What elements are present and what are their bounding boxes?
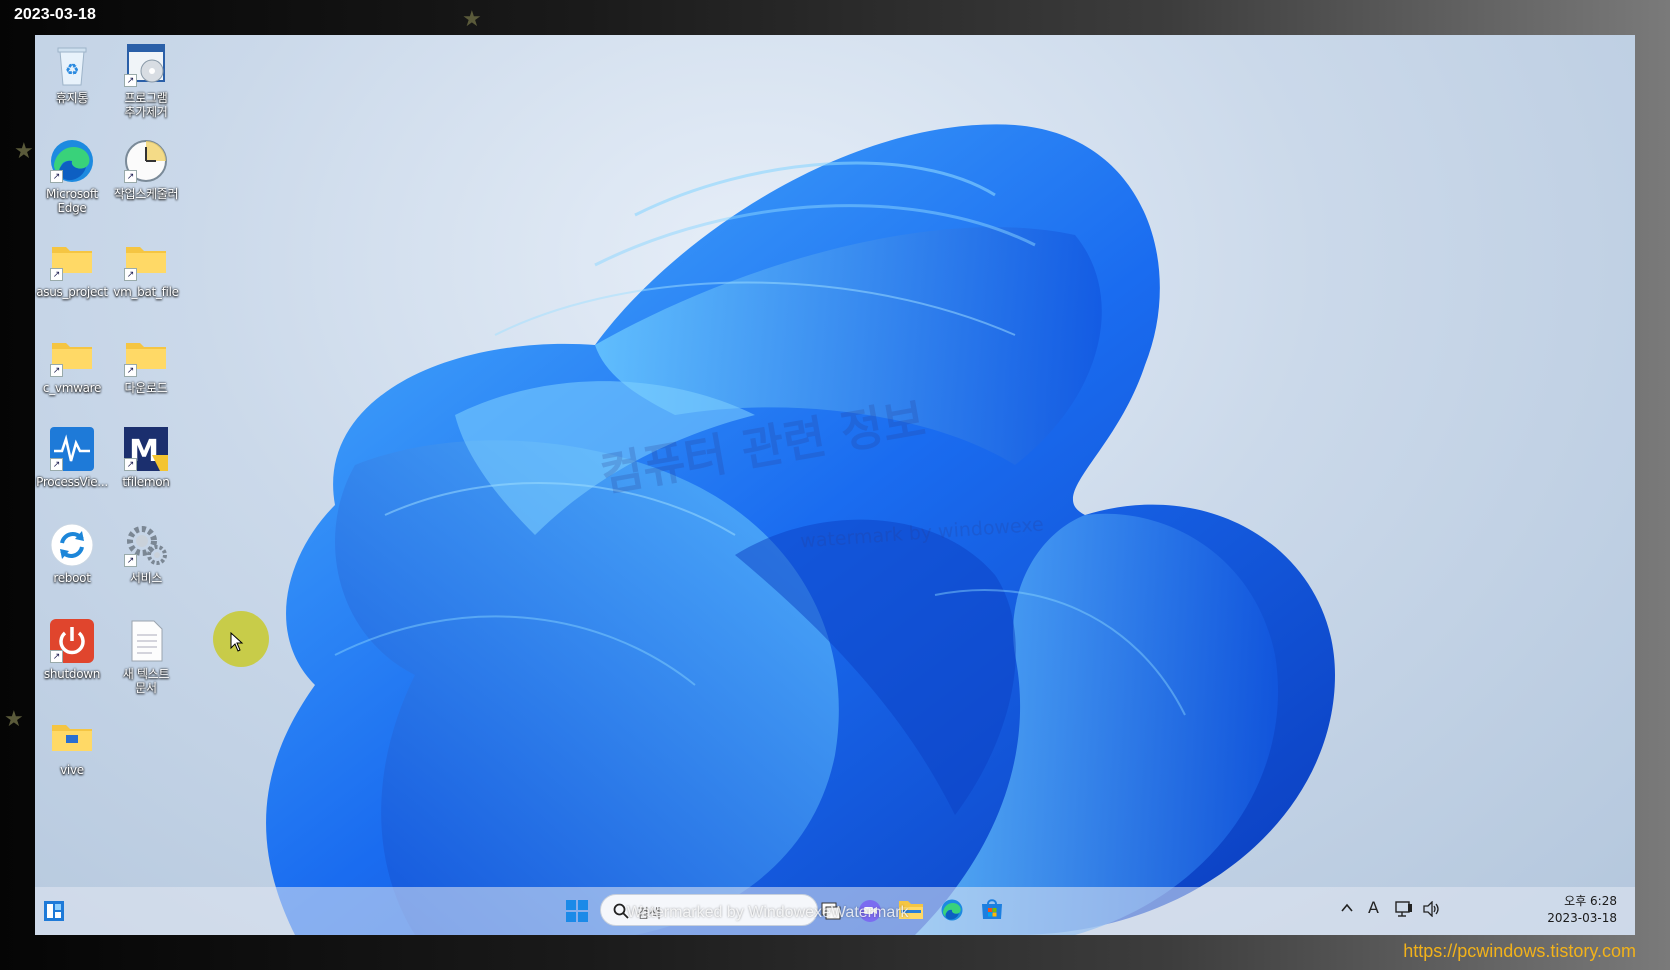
- shortcut-arrow-icon: ↗: [124, 170, 137, 183]
- desktop-icon-recycle-bin[interactable]: ♻ 휴지통: [35, 41, 109, 105]
- services-gear-icon: ↗: [122, 521, 170, 569]
- star-decoration: ★: [4, 706, 24, 731]
- mouse-cursor-icon: [230, 632, 244, 652]
- desktop-icon-filemon[interactable]: M ↗ tfilemon: [109, 425, 183, 489]
- star-decoration: ★: [14, 138, 34, 163]
- source-url: https://pcwindows.tistory.com: [1403, 941, 1636, 961]
- speaker-icon: [1423, 900, 1439, 918]
- svg-text:♻: ♻: [65, 60, 79, 79]
- folder-icon: ↗: [48, 235, 96, 283]
- shortcut-arrow-icon: ↗: [124, 268, 137, 281]
- star-decoration: ★: [462, 6, 482, 31]
- task-scheduler-icon: ↗: [122, 137, 170, 185]
- desktop-icon-reboot[interactable]: reboot: [35, 521, 109, 585]
- taskbar-clock[interactable]: 오후 6:28 2023-03-18: [1547, 893, 1617, 927]
- taskbar: 검색 Watermarked by WindowexeWatermark A 오…: [35, 887, 1635, 935]
- network-monitor-icon: [1395, 901, 1412, 917]
- shortcut-arrow-icon: ↗: [50, 458, 63, 471]
- shutdown-icon: ↗: [48, 617, 96, 665]
- desktop-screen: 컴퓨터 관련 정보 watermark by windowexe ♻ 휴지통 ↗…: [35, 35, 1635, 935]
- tray-overflow-button[interactable]: [1340, 901, 1354, 920]
- filemon-icon: M ↗: [122, 425, 170, 473]
- desktop-icon-label: vm_bat_file: [113, 285, 179, 299]
- shortcut-arrow-icon: ↗: [50, 364, 63, 377]
- desktop-icon-label: 다운로드: [124, 381, 168, 395]
- folder-icon: ↗: [122, 235, 170, 283]
- desktop-icon-vm-bat-file[interactable]: ↗ vm_bat_file: [109, 235, 183, 299]
- widgets-button[interactable]: [43, 900, 65, 927]
- desktop-icon-label: ProcessVie...: [36, 475, 108, 489]
- desktop-icon-edge[interactable]: ↗ Microsoft Edge: [35, 137, 109, 215]
- shortcut-arrow-icon: ↗: [124, 554, 137, 567]
- folder-icon: [48, 713, 96, 761]
- shortcut-arrow-icon: ↗: [124, 364, 137, 377]
- ime-indicator[interactable]: A: [1368, 898, 1379, 917]
- desktop-icon-task-scheduler[interactable]: ↗ 작업스케줄러: [109, 137, 183, 201]
- shortcut-arrow-icon: ↗: [124, 458, 137, 471]
- text-document-icon: [122, 617, 170, 665]
- folder-icon: ↗: [122, 331, 170, 379]
- wallpaper-bloom: [266, 124, 1335, 935]
- desktop-icon-label: reboot: [53, 571, 91, 585]
- shortcut-arrow-icon: ↗: [50, 170, 63, 183]
- volume-button[interactable]: [1423, 900, 1441, 922]
- desktop-icon-asus-project[interactable]: ↗ asus_project: [35, 235, 109, 299]
- taskbar-watermark: Watermarked by WindowexeWatermark: [627, 904, 909, 921]
- desktop-icon-label: 서비스: [129, 571, 163, 585]
- shortcut-arrow-icon: ↗: [50, 650, 63, 663]
- desktop-icon-label: 휴지통: [55, 91, 89, 105]
- store-button[interactable]: [980, 897, 1004, 926]
- recycle-bin-icon: ♻: [48, 41, 96, 89]
- desktop-icon-process-viewer[interactable]: ↗ ProcessVie...: [35, 425, 109, 489]
- shortcut-arrow-icon: ↗: [124, 74, 137, 87]
- edge-icon: [941, 899, 963, 921]
- desktop-icon-vive[interactable]: vive: [35, 713, 109, 777]
- desktop-icon-label: shutdown: [43, 667, 101, 681]
- desktop-icon-services[interactable]: ↗ 서비스: [109, 521, 183, 585]
- network-button[interactable]: [1395, 901, 1413, 922]
- desktop-icon-c-vmware[interactable]: ↗ c_vmware: [35, 331, 109, 395]
- desktop-icon-label: Microsoft Edge: [46, 187, 98, 215]
- desktop-icon-shutdown[interactable]: ↗ shutdown: [35, 617, 109, 681]
- desktop-icon-label: asus_project: [36, 285, 108, 299]
- reboot-icon: [48, 521, 96, 569]
- folder-icon: ↗: [48, 331, 96, 379]
- desktop-icon-downloads[interactable]: ↗ 다운로드: [109, 331, 183, 395]
- clock-date: 2023-03-18: [1547, 911, 1617, 925]
- desktop-icon-label: vive: [60, 763, 84, 777]
- frame-date-label: 2023-03-18: [14, 6, 96, 23]
- edge-icon: ↗: [48, 137, 96, 185]
- store-icon: [982, 899, 1002, 919]
- start-button[interactable]: [565, 899, 589, 928]
- shortcut-arrow-icon: ↗: [50, 268, 63, 281]
- chevron-up-icon: [1341, 903, 1353, 912]
- programs-features-icon: ↗: [122, 41, 170, 89]
- desktop-icon-label: 작업스케줄러: [113, 187, 179, 201]
- windows-logo-icon: [566, 900, 588, 922]
- widgets-icon: [44, 901, 64, 921]
- desktop-icon-programs-features[interactable]: ↗ 프로그램 추가제거: [109, 41, 183, 119]
- desktop-icon-label: c_vmware: [42, 381, 102, 395]
- clock-time: 오후 6:28: [1564, 894, 1617, 908]
- edge-taskbar-button[interactable]: [940, 898, 964, 927]
- process-viewer-icon: ↗: [48, 425, 96, 473]
- desktop-icon-label: 프로그램 추가제거: [124, 91, 168, 119]
- desktop-icon-label: tfilemon: [122, 475, 170, 489]
- desktop-icon-new-text-document[interactable]: 새 텍스트 문서: [109, 617, 183, 695]
- desktop-icon-label: 새 텍스트 문서: [122, 667, 170, 695]
